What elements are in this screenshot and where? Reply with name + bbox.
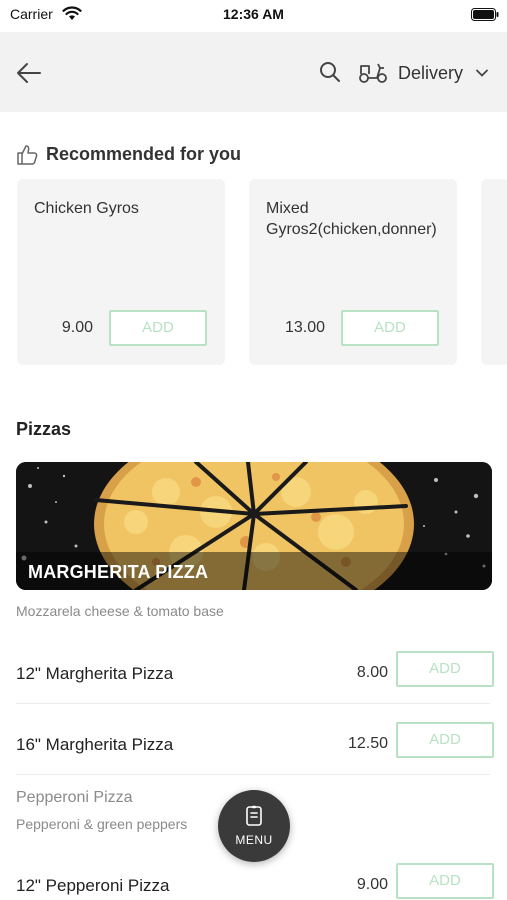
recommended-item-name: Chicken Gyros (34, 200, 139, 217)
menu-item-row[interactable]: 12" Margherita Pizza 8.00 ADD (16, 640, 494, 710)
recommended-title: Recommended for you (46, 144, 242, 164)
delivery-mode-label: Delivery (398, 63, 464, 83)
subcategory-name: Pepperoni Pizza (16, 789, 133, 806)
add-button[interactable]: ADD (396, 863, 494, 899)
chevron-down-icon (476, 69, 488, 77)
recommended-item-price: 13.00 (284, 319, 325, 336)
search-icon[interactable] (318, 60, 342, 84)
menu-item-name: 12" Pepperoni Pizza (16, 876, 170, 895)
recommended-card[interactable]: Chicken Gyros 9.00 ADD (17, 179, 225, 365)
scooter-icon (359, 63, 387, 83)
add-button[interactable]: ADD (341, 310, 439, 346)
category-description: Mozzarela cheese & tomato base (16, 603, 224, 619)
battery-icon (471, 8, 499, 21)
menu-label: MENU (235, 833, 273, 847)
menu-item-price: 12.50 (347, 735, 388, 752)
menu-item-price: 8.00 (356, 664, 388, 681)
menu-button[interactable]: MENU (218, 790, 290, 862)
banner-title: MARGHERITA PIZZA (28, 562, 209, 582)
status-bar: Carrier 12:36 AM (0, 0, 507, 30)
thumbs-up-icon (17, 145, 38, 165)
category-title: Pizzas (16, 419, 72, 439)
add-button[interactable]: ADD (109, 310, 207, 346)
recommended-card-partial[interactable] (481, 179, 507, 365)
menu-icon (246, 805, 262, 826)
divider (16, 774, 490, 775)
clock: 12:36 AM (223, 6, 284, 22)
menu-item-price: 9.00 (356, 876, 388, 893)
add-button[interactable]: ADD (396, 722, 494, 758)
recommended-item-name: Mixed Gyros2(chicken,donner) (266, 200, 437, 238)
recommended-item-price: 9.00 (61, 319, 93, 336)
menu-item-name: 16" Margherita Pizza (16, 735, 174, 754)
delivery-mode-selector[interactable]: Delivery (358, 56, 494, 88)
subcategory-description: Pepperoni & green peppers (16, 816, 188, 832)
back-arrow-icon[interactable] (14, 58, 44, 88)
category-banner: MARGHERITA PIZZA (16, 462, 492, 590)
recommended-card[interactable]: Mixed Gyros2(chicken,donner) 13.00 ADD (249, 179, 457, 365)
add-button[interactable]: ADD (396, 651, 494, 687)
divider (16, 703, 490, 704)
menu-item-name: 12" Margherita Pizza (16, 664, 174, 683)
header: Delivery (0, 32, 507, 112)
menu-item-row[interactable]: 16" Margherita Pizza 12.50 ADD (16, 711, 494, 781)
